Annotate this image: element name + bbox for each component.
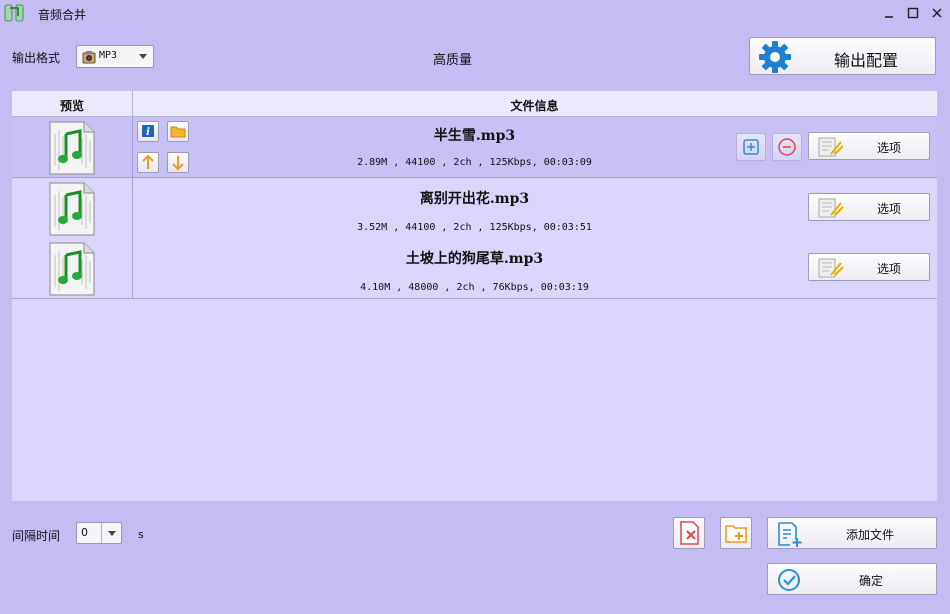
add-file-icon [778, 522, 802, 547]
minimize-icon[interactable] [878, 3, 900, 23]
preview-cell [12, 178, 133, 238]
minus-circle-icon [778, 138, 796, 156]
file-info: 4.10M , 48000 , 2ch , 76Kbps, 00:03:19 [360, 282, 589, 293]
add-folder-button[interactable] [720, 517, 752, 549]
options-button[interactable]: 选项 [808, 193, 930, 221]
music-file-icon [49, 182, 95, 236]
options-button[interactable]: 选项 [808, 253, 930, 281]
interval-unit: s [138, 528, 144, 541]
file-name: 半生雪.mp3 [433, 128, 516, 144]
format-value: MP3 [99, 50, 118, 61]
quality-label: 高质量 [433, 53, 473, 68]
ok-button[interactable]: 确定 [767, 563, 937, 595]
close-icon[interactable] [926, 3, 948, 23]
plus-square-icon [743, 139, 759, 155]
chevron-down-icon [108, 531, 116, 536]
options-label: 选项 [877, 202, 902, 216]
column-header-file-info: 文件信息 [510, 99, 559, 113]
add-file-button[interactable]: 添加文件 [767, 517, 937, 549]
preview-cell [12, 238, 133, 298]
edit-options-icon [818, 137, 844, 157]
window-title: 音频合并 [38, 8, 87, 22]
remove-file-button[interactable] [772, 133, 802, 161]
table-header: 预览 文件信息 [12, 91, 937, 117]
format-select[interactable]: MP3 [76, 45, 154, 68]
title-bar: 音频合并 [0, 0, 950, 26]
edit-options-icon [818, 198, 844, 218]
delete-file-icon [680, 521, 699, 545]
format-label: 输出格式 [12, 51, 61, 65]
file-info: 2.89M , 44100 , 2ch , 125Kbps, 00:03:09 [357, 157, 592, 168]
folder-add-icon [725, 525, 747, 543]
preview-cell [12, 117, 133, 177]
music-file-icon [49, 242, 95, 296]
options-button[interactable]: 选项 [808, 132, 930, 160]
mp3-format-icon [82, 51, 96, 64]
file-info: 3.52M , 44100 , 2ch , 125Kbps, 00:03:51 [357, 222, 592, 233]
interval-select[interactable]: 0 [76, 522, 122, 544]
file-name: 土坡上的狗尾草.mp3 [405, 251, 544, 267]
check-circle-icon [778, 569, 800, 591]
file-table: 预览 文件信息 i 半生雪.mp3 2.89M , 44100 , 2ch , … [12, 91, 937, 501]
output-config-label: 输出配置 [834, 51, 899, 70]
table-row[interactable]: 离别开出花.mp3 3.52M , 44100 , 2ch , 125Kbps,… [12, 178, 937, 239]
output-config-button[interactable]: 输出配置 [749, 37, 936, 75]
column-header-preview: 预览 [59, 99, 84, 113]
add-file-label: 添加文件 [846, 528, 895, 542]
music-file-icon [49, 121, 95, 175]
edit-options-icon [818, 258, 844, 278]
interval-value: 0 [81, 526, 88, 539]
audio-merge-icon [4, 4, 24, 22]
maximize-icon[interactable] [902, 3, 924, 23]
gear-icon [759, 41, 791, 73]
options-label: 选项 [877, 262, 902, 276]
chevron-down-icon [139, 54, 147, 59]
options-label: 选项 [877, 141, 902, 155]
file-name: 离别开出花.mp3 [419, 191, 530, 207]
table-row[interactable]: 土坡上的狗尾草.mp3 4.10M , 48000 , 2ch , 76Kbps… [12, 238, 937, 299]
table-row[interactable]: i 半生雪.mp3 2.89M , 44100 , 2ch , 125Kbps,… [12, 117, 937, 178]
add-segment-button[interactable] [736, 133, 766, 161]
clear-list-button[interactable] [673, 517, 705, 549]
interval-label: 间隔时间 [12, 529, 61, 543]
ok-label: 确定 [859, 574, 884, 588]
